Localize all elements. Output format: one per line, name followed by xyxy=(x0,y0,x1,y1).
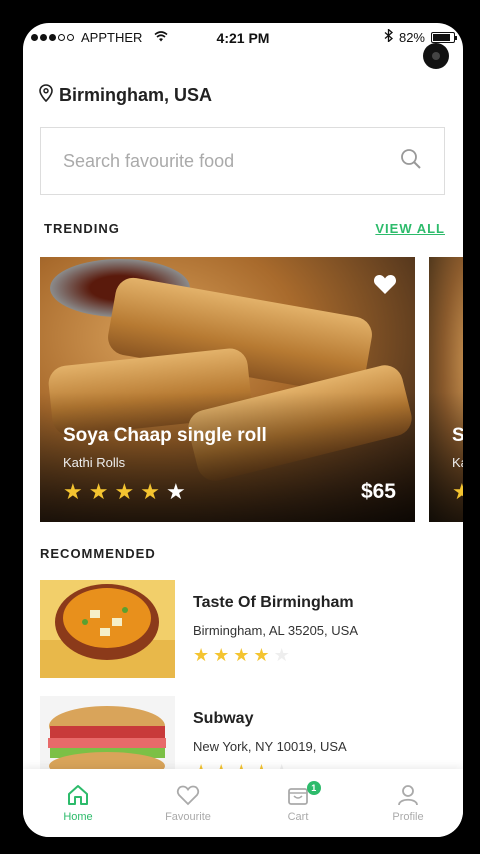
location-selector[interactable]: Birmingham, USA xyxy=(39,84,212,107)
battery-percent: 82% xyxy=(398,29,425,45)
trending-item-price: $65 xyxy=(360,480,396,503)
home-icon xyxy=(68,785,88,805)
tab-label: Cart xyxy=(287,811,309,823)
camera-dot xyxy=(423,43,449,69)
rating-stars: ★ ★ ★ ★ ★ xyxy=(193,645,358,666)
star-icon: ★ xyxy=(253,645,270,665)
status-bar: APPTHER 4:21 PM 82% xyxy=(23,23,463,51)
star-icon: ★ xyxy=(273,645,290,665)
trending-item-name: Soya Chaap single roll xyxy=(63,425,267,446)
cart-count-badge: 1 xyxy=(306,781,321,795)
trending-item-category: Ka xyxy=(452,455,463,470)
trending-card[interactable]: S Ka ★ xyxy=(429,257,463,522)
restaurant-image xyxy=(40,580,175,678)
rating-stars: ★ ★ ★ ★ ★ xyxy=(63,479,186,505)
star-icon: ★ xyxy=(88,479,109,504)
bottom-tab-bar: Home Favourite 1 Cart Profile xyxy=(23,769,463,837)
trending-item-name: S xyxy=(452,425,463,446)
location-pin-icon xyxy=(39,84,53,107)
star-icon: ★ xyxy=(114,479,135,504)
location-label: Birmingham, USA xyxy=(59,85,213,105)
bluetooth-icon xyxy=(384,28,393,45)
tab-profile[interactable]: Profile xyxy=(353,769,463,837)
restaurant-name: Subway xyxy=(193,710,254,727)
tab-label: Home xyxy=(63,811,93,823)
restaurant-name: Taste Of Birmingham xyxy=(193,594,354,611)
star-icon: ★ xyxy=(193,645,210,665)
favourite-heart-icon[interactable] xyxy=(373,271,397,302)
star-icon: ★ xyxy=(140,479,160,504)
tab-favourite[interactable]: Favourite xyxy=(133,769,243,837)
star-icon: ★ xyxy=(233,645,250,665)
user-icon xyxy=(398,785,418,806)
trending-card[interactable]: Soya Chaap single roll Kathi Rolls ★ ★ ★… xyxy=(40,257,415,522)
search-box[interactable] xyxy=(40,127,445,195)
search-icon[interactable] xyxy=(400,148,422,175)
view-all-link[interactable]: VIEW ALL xyxy=(375,221,445,236)
recommended-title: RECOMMENDED xyxy=(40,546,156,561)
trending-item-category: Kathi Rolls xyxy=(63,455,126,470)
star-icon: ★ xyxy=(452,479,463,504)
phone-screen: APPTHER 4:21 PM 82% Birmingham, USA TREN… xyxy=(23,23,463,837)
heart-icon xyxy=(176,785,200,806)
trending-title: TRENDING xyxy=(44,221,120,236)
search-input[interactable] xyxy=(63,150,400,172)
tab-label: Favourite xyxy=(165,811,211,823)
tab-label: Profile xyxy=(392,811,424,823)
star-icon: ★ xyxy=(63,479,83,504)
restaurant-address: New York, NY 10019, USA xyxy=(193,739,347,754)
tab-home[interactable]: Home xyxy=(23,769,133,837)
star-icon: ★ xyxy=(165,479,186,504)
restaurant-address: Birmingham, AL 35205, USA xyxy=(193,623,358,638)
battery-icon xyxy=(431,31,457,43)
tab-cart[interactable]: 1 Cart xyxy=(243,769,353,837)
list-item[interactable]: Taste Of Birmingham Birmingham, AL 35205… xyxy=(40,580,445,678)
star-icon: ★ xyxy=(213,645,230,665)
